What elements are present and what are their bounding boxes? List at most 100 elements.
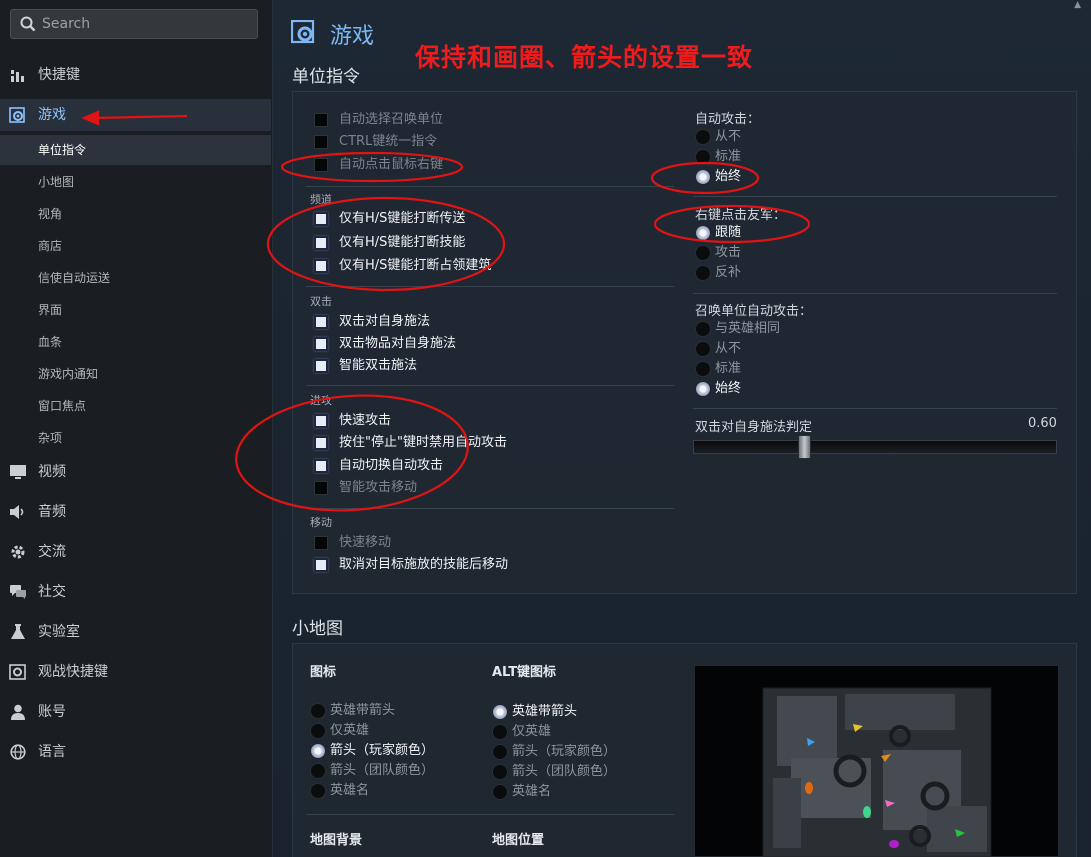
double-tap-threshold-value: 0.60: [1028, 416, 1057, 431]
sidebar-subitem-window-focus[interactable]: 窗口焦点: [0, 391, 271, 421]
checkbox-label: 仅有H/S键能打断传送: [339, 211, 466, 226]
sidebar-subitem-label: 视角: [38, 207, 63, 221]
label-right-click-ally: 右键点击友军：: [695, 208, 787, 223]
search-input[interactable]: Search: [10, 9, 258, 39]
radio-dot[interactable]: [695, 169, 711, 185]
sidebar-subitem-health-bars[interactable]: 血条: [0, 327, 271, 357]
sidebar-subitem-minimap[interactable]: 小地图: [0, 167, 271, 197]
hero-marker-icon: [863, 806, 871, 818]
radio-label: 箭头（团队颜色）: [330, 763, 435, 778]
radio-dot[interactable]: [492, 784, 508, 800]
sidebar-subitem-notifications[interactable]: 游戏内通知: [0, 359, 271, 389]
radio-label: 箭头（玩家颜色）: [330, 743, 435, 758]
checkbox-box[interactable]: [314, 212, 328, 226]
checkbox-box[interactable]: [314, 315, 328, 329]
checkbox-box[interactable]: [314, 558, 328, 572]
divider: [693, 408, 1057, 409]
sidebar-subitem-camera[interactable]: 视角: [0, 199, 271, 229]
group-label-double-tap: 双击: [310, 295, 332, 308]
radio-label: 与英雄相同: [715, 321, 781, 336]
label-map-position: 地图位置: [492, 833, 545, 848]
slider-thumb[interactable]: [798, 435, 811, 459]
sidebar-item-game[interactable]: 游戏: [0, 99, 271, 131]
double-tap-threshold-slider[interactable]: [693, 440, 1057, 454]
divider: [306, 814, 674, 815]
radio-dot[interactable]: [310, 783, 326, 799]
sidebar: Search 快捷键 游戏 单位指令 小地图 视角 商店 信使自动运送 界面 血…: [0, 0, 273, 857]
radio-dot[interactable]: [492, 704, 508, 720]
sidebar-subitem-label: 商店: [38, 239, 63, 253]
sidebar-item-audio[interactable]: 音频: [0, 496, 271, 528]
label-alt-icons: ALT键图标: [492, 665, 557, 680]
radio-dot[interactable]: [310, 763, 326, 779]
checkbox-box[interactable]: [314, 436, 328, 450]
checkbox-box[interactable]: [314, 337, 328, 351]
sidebar-item-communication[interactable]: 交流: [0, 536, 271, 568]
checkbox-box[interactable]: [314, 459, 328, 473]
divider: [693, 196, 1057, 197]
checkbox-label: 快速移动: [339, 535, 392, 550]
sidebar-item-label: 游戏: [38, 107, 66, 123]
sidebar-item-label: 语言: [38, 744, 66, 760]
radio-label: 攻击: [715, 245, 742, 260]
group-label-attack: 进攻: [310, 394, 332, 407]
radio-dot[interactable]: [310, 703, 326, 719]
divider: [306, 385, 674, 386]
checkbox-box[interactable]: [314, 259, 328, 273]
radio-dot[interactable]: [695, 321, 711, 337]
radio-dot[interactable]: [695, 341, 711, 357]
sidebar-item-social[interactable]: 社交: [0, 576, 271, 608]
checkbox-box[interactable]: [314, 158, 328, 172]
checkbox-box[interactable]: [314, 481, 328, 495]
divider: [693, 293, 1057, 294]
gear-icon: [11, 545, 25, 559]
checkbox-label: 自动切换自动攻击: [339, 458, 444, 473]
radio-dot[interactable]: [310, 723, 326, 739]
sidebar-item-hotkeys[interactable]: 快捷键: [0, 59, 271, 91]
radio-label: 反补: [715, 265, 742, 280]
radio-dot[interactable]: [695, 245, 711, 261]
sidebar-item-video[interactable]: 视频: [0, 456, 271, 488]
sidebar-subitem-label: 单位指令: [38, 143, 87, 157]
radio-label: 箭头（玩家颜色）: [512, 744, 617, 759]
scroll-up-arrow-icon[interactable]: ▲: [1074, 0, 1081, 10]
radio-dot[interactable]: [492, 744, 508, 760]
sidebar-item-lab[interactable]: 实验室: [0, 616, 271, 648]
sidebar-item-account[interactable]: 账号: [0, 696, 271, 728]
sidebar-subitem-label: 窗口焦点: [38, 399, 87, 413]
radio-label: 箭头（团队颜色）: [512, 764, 617, 779]
radio-dot[interactable]: [492, 724, 508, 740]
checkbox-box[interactable]: [314, 113, 328, 127]
checkbox-box[interactable]: [314, 359, 328, 373]
radio-dot[interactable]: [695, 265, 711, 281]
sidebar-subitem-label: 小地图: [38, 175, 75, 189]
checkbox-label: 双击对自身施法: [339, 314, 431, 329]
radio-label: 从不: [715, 129, 742, 144]
checkbox-box[interactable]: [314, 236, 328, 250]
sidebar-subitem-unit-orders[interactable]: 单位指令: [0, 135, 271, 165]
checkbox-box[interactable]: [314, 135, 328, 149]
radio-dot[interactable]: [695, 361, 711, 377]
divider: [306, 508, 674, 509]
sidebar-subitem-interface[interactable]: 界面: [0, 295, 271, 325]
radio-label: 标准: [715, 149, 742, 164]
radio-dot[interactable]: [695, 149, 711, 165]
radio-dot[interactable]: [695, 225, 711, 241]
radio-dot[interactable]: [695, 381, 711, 397]
sidebar-item-label: 观战快捷键: [38, 664, 108, 680]
flask-icon: [11, 624, 25, 639]
sidebar-item-spectator-hotkeys[interactable]: 观战快捷键: [0, 656, 271, 688]
checkbox-box[interactable]: [314, 536, 328, 550]
checkbox-label: 双击物品对自身施法: [339, 336, 457, 351]
sidebar-subitem-courier[interactable]: 信使自动运送: [0, 263, 271, 293]
annotation-note: 保持和画圈、箭头的设置一致: [415, 43, 754, 72]
checkbox-label: 自动点击鼠标右键: [339, 157, 444, 172]
radio-dot[interactable]: [492, 764, 508, 780]
sidebar-subitem-misc[interactable]: 杂项: [0, 423, 271, 453]
radio-dot[interactable]: [695, 129, 711, 145]
sidebar-subitem-shop[interactable]: 商店: [0, 231, 271, 261]
radio-dot[interactable]: [310, 743, 326, 759]
settings-content: ▲ 游戏 保持和画圈、箭头的设置一致 单位指令 自动选择召唤单位 CTRL键统一…: [273, 0, 1091, 857]
checkbox-box[interactable]: [314, 414, 328, 428]
sidebar-item-language[interactable]: 语言: [0, 736, 271, 768]
